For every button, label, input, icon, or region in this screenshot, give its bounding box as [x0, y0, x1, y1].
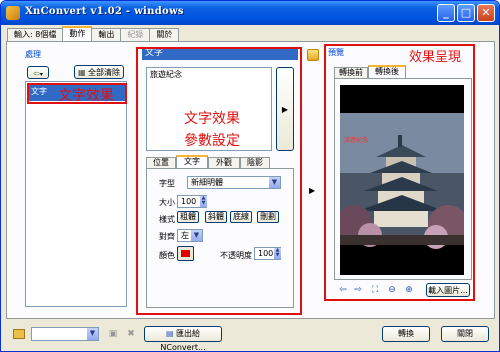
- window-title: XnConvert v1.02 - windows: [25, 6, 184, 17]
- save-icon[interactable]: ▣: [107, 328, 119, 340]
- clear-all-label: 全部清除: [88, 68, 121, 77]
- highlight-box-preview: [324, 44, 475, 301]
- tab-log[interactable]: 紀錄: [120, 28, 151, 41]
- close-button[interactable]: ✕: [477, 4, 495, 22]
- title-bar[interactable]: XnConvert v1.02 - windows _ □ ✕: [1, 1, 499, 25]
- tab-actions[interactable]: 動作: [62, 26, 93, 41]
- convert-button[interactable]: 轉換: [382, 326, 430, 342]
- delete-icon[interactable]: ✖: [125, 328, 137, 340]
- close-dialog-button[interactable]: 關閉: [441, 326, 489, 342]
- preset-select[interactable]: ▼: [31, 327, 99, 341]
- action-list[interactable]: [25, 81, 127, 307]
- export-nconvert-button[interactable]: ▤ 匯出給NConvert...: [144, 326, 222, 351]
- app-window: XnConvert v1.02 - windows _ □ ✕ 輸入: 8個檔 …: [0, 0, 500, 352]
- highlight-box-params: [136, 47, 302, 315]
- annotation-text-effect: 文字效果: [58, 88, 114, 104]
- tab-input[interactable]: 輸入: 8個檔: [7, 28, 64, 41]
- process-group-label: 處理: [25, 50, 41, 59]
- main-tabs: 輸入: 8個檔 動作 輸出 紀錄 關於: [7, 26, 180, 41]
- add-action-icon: ⇦: [33, 69, 40, 78]
- maximize-button[interactable]: □: [457, 4, 475, 22]
- app-icon: [6, 6, 20, 20]
- minimize-button[interactable]: _: [437, 4, 455, 22]
- tab-output[interactable]: 輸出: [91, 28, 122, 41]
- add-action-button[interactable]: ⇦▾: [27, 66, 49, 79]
- clear-all-button[interactable]: ▦ 全部清除: [74, 65, 124, 79]
- chevron-down-icon: ▼: [87, 328, 98, 340]
- save-preset-icon[interactable]: [307, 49, 319, 61]
- clear-icon: ▦: [77, 68, 86, 77]
- arrow-right-icon: ▶: [309, 186, 316, 195]
- folder-icon[interactable]: [13, 329, 25, 339]
- tab-about[interactable]: 關於: [149, 28, 180, 41]
- export-icon: ▤: [165, 329, 174, 338]
